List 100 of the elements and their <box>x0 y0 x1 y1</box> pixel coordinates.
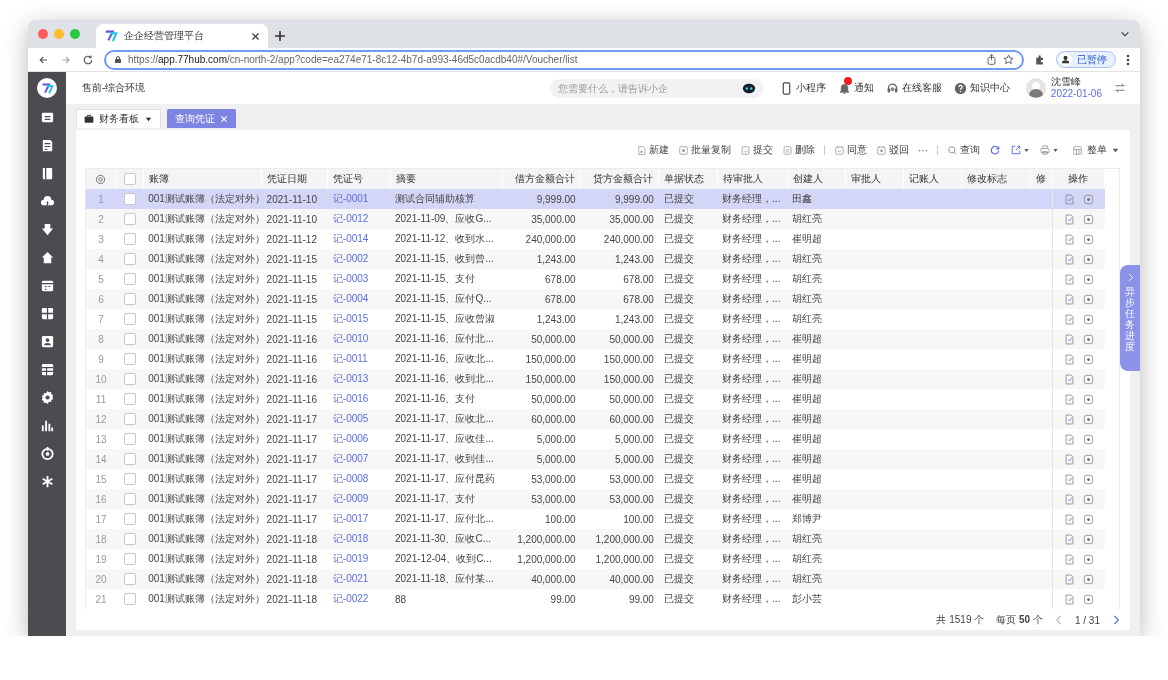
dot-square-icon[interactable] <box>1082 433 1094 445</box>
table-row[interactable]: 1 001测试账簿（法定对外） 2021-11-10 记-0001 测试合同辅助核算 9,999.00 9,999.00 已提交 财务经理，... 田鑫 <box>86 189 1105 209</box>
table-row[interactable]: 8 001测试账簿（法定对外） 2021-11-16 记-0010 2021-11-16、应付北... 50,000.00 50,000.00 已提交 财务经理，... 崔明超 <box>86 329 1105 349</box>
puzzle-icon[interactable] <box>1034 53 1046 66</box>
search-button[interactable]: 查询 <box>947 143 980 157</box>
chevron-right-icon[interactable] <box>1126 273 1134 282</box>
robot-icon[interactable] <box>741 82 756 94</box>
copy-button[interactable]: 批量复制 <box>678 143 731 157</box>
asterisk-icon[interactable] <box>39 474 55 489</box>
dot-square-icon[interactable] <box>1082 313 1094 325</box>
voucher-link[interactable]: 记-0016 <box>332 393 369 404</box>
dot-square-icon[interactable] <box>1082 413 1094 425</box>
table-row[interactable]: 6 001测试账簿（法定对外） 2021-11-15 记-0004 2021-11-15、应付Q... 678.00 678.00 已提交 财务经理，... 胡红亮 <box>86 289 1105 309</box>
avatar-icon[interactable] <box>1025 78 1046 98</box>
checkbox[interactable] <box>123 333 136 345</box>
home-icon[interactable] <box>39 250 55 265</box>
table-row[interactable]: 21 001测试账簿（法定对外） 2021-11-18 记-0022 88 99.00 99.00 已提交 财务经理，... 彭小芸 <box>86 589 1105 609</box>
checkbox[interactable] <box>123 493 136 505</box>
delete-button[interactable]: 删除 <box>782 143 815 157</box>
dot-square-icon[interactable] <box>1082 533 1094 545</box>
dot-square-icon[interactable] <box>1082 553 1094 565</box>
gear-icon[interactable] <box>39 390 55 405</box>
caret-down-icon[interactable] <box>1052 146 1059 154</box>
dot-square-icon[interactable] <box>1082 333 1094 345</box>
id-card-icon[interactable] <box>39 334 55 349</box>
dot-square-icon[interactable] <box>1082 253 1094 265</box>
voucher-link[interactable]: 记-0006 <box>332 433 369 444</box>
checkbox[interactable] <box>123 213 136 225</box>
voucher-link[interactable]: 记-0017 <box>332 513 369 524</box>
dot-square-icon[interactable] <box>1082 593 1094 605</box>
dot-square-icon[interactable] <box>1082 493 1094 505</box>
caret-down-icon[interactable] <box>1023 146 1030 154</box>
checkbox[interactable] <box>123 573 136 585</box>
checkbox[interactable] <box>123 253 136 265</box>
dot-square-icon[interactable] <box>1082 193 1094 205</box>
checkbox[interactable] <box>123 553 136 565</box>
layout-button[interactable]: 整单 <box>1072 143 1120 157</box>
headset-link[interactable]: 在线客服 <box>885 81 942 95</box>
checkbox[interactable] <box>123 173 136 185</box>
checkbox[interactable] <box>123 193 136 205</box>
dot-square-icon[interactable] <box>1082 273 1094 285</box>
browser-tab[interactable]: 企企经营管理平台 <box>96 24 268 48</box>
search-field[interactable]: 您需要什么，请告诉小企 <box>549 78 764 98</box>
checkbox[interactable] <box>123 413 136 425</box>
checkbox[interactable] <box>123 533 136 545</box>
checkbox[interactable] <box>123 233 136 245</box>
checkbox[interactable] <box>123 293 136 305</box>
page-size[interactable]: 每页 50 个 <box>996 613 1043 627</box>
refresh-icon[interactable] <box>989 144 1001 156</box>
window-close-button[interactable] <box>38 29 48 39</box>
reload-icon[interactable] <box>82 53 94 66</box>
table-row[interactable]: 10 001测试账簿（法定对外） 2021-11-16 记-0013 2021-11-16、收到北... 150,000.00 150,000.00 已提交 财务经理，... 崔明超 <box>86 369 1105 389</box>
star-icon[interactable] <box>1003 54 1014 65</box>
table-row[interactable]: 4 001测试账簿（法定对外） 2021-11-15 记-0002 2021-11-15、收到曾... 1,243.00 1,243.00 已提交 财务经理，... 胡红亮 <box>86 249 1105 269</box>
dot-square-icon[interactable] <box>1082 353 1094 365</box>
table-row[interactable]: 12 001测试账簿（法定对外） 2021-11-17 记-0005 2021-11-17、应收北... 60,000.00 60,000.00 已提交 财务经理，... 崔明超 <box>86 409 1105 429</box>
checkbox[interactable] <box>123 353 136 365</box>
address-field[interactable]: https://app.77hub.com/cn-north-2/app?code=ea274e71-8c12-4b7d-a993-46d5c0acdb40#/Voucher/list <box>104 49 1024 70</box>
grid-icon[interactable] <box>39 306 55 321</box>
dot-square-icon[interactable] <box>1082 453 1094 465</box>
table-row[interactable]: 2 001测试账簿（法定对外） 2021-11-10 记-0012 2021-11-09、应收G... 35,000.00 35,000.00 已提交 财务经理，... 胡红亮 <box>86 209 1105 229</box>
checkbox[interactable] <box>123 593 136 605</box>
export-icon[interactable] <box>1010 144 1022 156</box>
next-page-icon[interactable] <box>1112 615 1120 625</box>
bell-link[interactable]: 通知 <box>837 81 874 95</box>
dot-square-icon[interactable] <box>1082 573 1094 585</box>
voucher-link[interactable]: 记-0019 <box>332 553 369 564</box>
target-icon[interactable] <box>39 446 55 461</box>
dot-square-icon[interactable] <box>1082 373 1094 385</box>
phone-link[interactable]: 小程序 <box>779 81 826 95</box>
voucher-link[interactable]: 记-0003 <box>332 273 369 284</box>
checkbox[interactable] <box>123 273 136 285</box>
plus-icon[interactable] <box>274 30 286 42</box>
voucher-link[interactable]: 记-0011 <box>332 353 368 364</box>
chevron-down-icon[interactable] <box>1120 29 1130 39</box>
checkbox[interactable] <box>123 473 136 485</box>
checkbox[interactable] <box>123 313 136 325</box>
checkbox[interactable] <box>123 373 136 385</box>
table-row[interactable]: 20 001测试账簿（法定对外） 2021-11-18 记-0021 2021-11-18、应付某... 40,000.00 40,000.00 已提交 财务经理，... 胡红亮 <box>86 569 1105 589</box>
table-row[interactable]: 14 001测试账簿（法定对外） 2021-11-17 记-0007 2021-11-17、收到佳... 5,000.00 5,000.00 已提交 财务经理，... 崔明超 <box>86 449 1105 469</box>
checkbox[interactable] <box>123 513 136 525</box>
table-icon[interactable] <box>39 362 55 377</box>
dot-square-icon[interactable] <box>1082 293 1094 305</box>
dot-square-icon[interactable] <box>1082 233 1094 245</box>
share-icon[interactable] <box>986 54 997 65</box>
logo[interactable] <box>37 78 57 98</box>
dot-square-icon[interactable] <box>1082 473 1094 485</box>
new-button[interactable]: 新建 <box>636 143 669 157</box>
dot-square-icon[interactable] <box>1082 393 1094 405</box>
voucher-link[interactable]: 记-0022 <box>332 593 369 604</box>
help-link[interactable]: 知识中心 <box>953 81 1010 95</box>
approve-button[interactable]: 同意 <box>834 143 867 157</box>
profile-button[interactable]: 已暂停 <box>1056 51 1116 68</box>
calendar-icon[interactable] <box>39 278 55 293</box>
voucher-link[interactable]: 记-0015 <box>332 313 369 324</box>
close-icon[interactable] <box>251 31 260 41</box>
submit-button[interactable]: 提交 <box>740 143 773 157</box>
swap-icon[interactable] <box>1114 82 1126 94</box>
more-button[interactable]: ··· <box>918 144 928 156</box>
dot-square-icon[interactable] <box>1082 213 1094 225</box>
